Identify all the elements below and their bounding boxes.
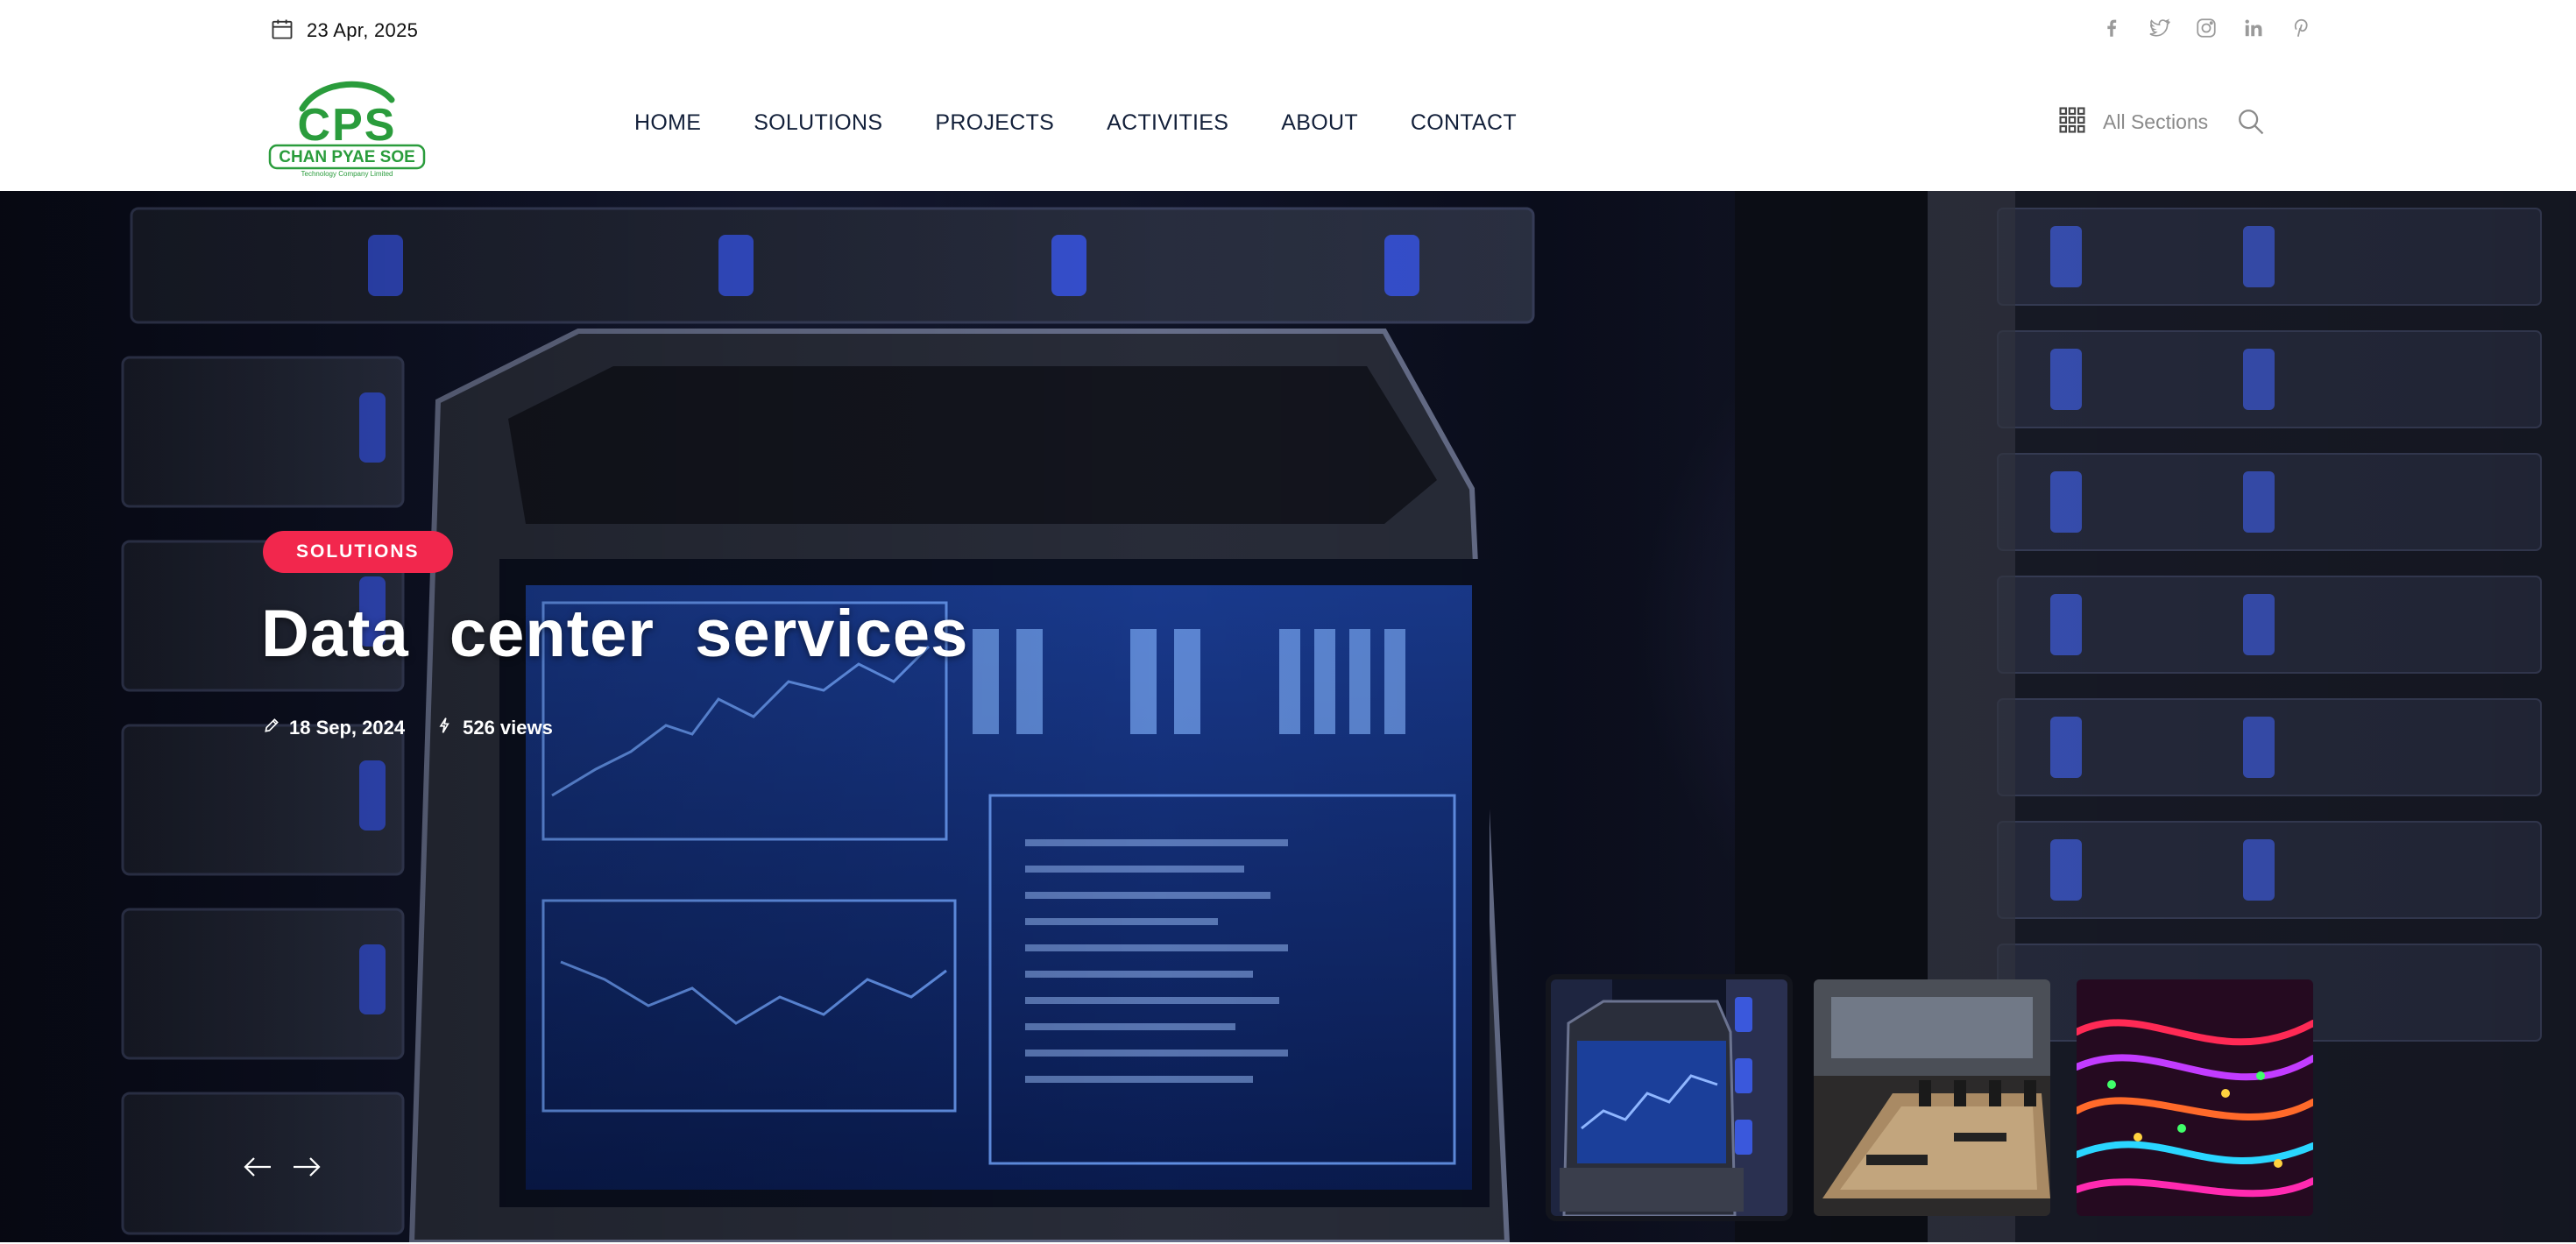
thumbnail-meeting-room[interactable] [1814, 979, 2050, 1216]
post-date: 18 Sep, 2024 [263, 717, 405, 739]
site-header: CPS CHAN PYAE SOE Technology Company Lim… [0, 61, 2576, 191]
pencil-icon [263, 717, 280, 739]
nav-about[interactable]: ABOUT [1281, 110, 1358, 136]
post-views-text: 526 views [463, 717, 553, 739]
search-icon[interactable] [2236, 107, 2266, 137]
nav-solutions[interactable]: SOLUTIONS [754, 110, 882, 136]
svg-text:Technology Company Limited: Technology Company Limited [301, 170, 393, 178]
slider-arrows [242, 1151, 322, 1183]
svg-text:CPS: CPS [298, 100, 397, 151]
hero-title[interactable]: Data center services [261, 596, 968, 672]
nav-home[interactable]: HOME [634, 110, 701, 136]
thumbnail-network-cables[interactable] [2077, 979, 2313, 1216]
all-sections-label: All Sections [2103, 110, 2209, 133]
arrow-right-icon[interactable] [291, 1151, 322, 1183]
thumbnail-server-laptop[interactable] [1551, 979, 1787, 1216]
grid-icon [2057, 105, 2087, 139]
post-date-text: 18 Sep, 2024 [289, 717, 406, 739]
company-logo[interactable]: CPS CHAN PYAE SOE Technology Company Lim… [267, 74, 427, 179]
post-views: 526 views [436, 717, 553, 739]
nav-contact[interactable]: CONTACT [1411, 110, 1517, 136]
social-links [2099, 16, 2313, 40]
linkedin-icon[interactable] [2241, 16, 2266, 40]
main-nav: HOME SOLUTIONS PROJECTS ACTIVITIES ABOUT… [634, 110, 1517, 136]
hero-slider: SOLUTIONS Data center services 18 Sep, 2… [0, 191, 2576, 1242]
date-display: 23 Apr, 2025 [270, 16, 418, 46]
all-sections-button[interactable]: All Sections [2057, 105, 2208, 139]
bolt-icon [436, 717, 454, 739]
post-meta: 18 Sep, 2024 526 views [263, 717, 553, 739]
pinterest-icon[interactable] [2289, 16, 2313, 40]
facebook-icon[interactable] [2099, 16, 2124, 40]
slider-thumbnails [1551, 979, 2313, 1216]
twitter-icon[interactable] [2147, 16, 2171, 40]
svg-text:CHAN PYAE SOE: CHAN PYAE SOE [279, 148, 415, 166]
arrow-left-icon[interactable] [242, 1151, 273, 1183]
calendar-icon [270, 17, 294, 46]
current-date: 23 Apr, 2025 [307, 19, 419, 41]
instagram-icon[interactable] [2194, 16, 2219, 40]
nav-projects[interactable]: PROJECTS [935, 110, 1054, 136]
top-bar: 23 Apr, 2025 [0, 0, 2576, 61]
category-badge[interactable]: SOLUTIONS [263, 531, 453, 573]
nav-activities[interactable]: ACTIVITIES [1107, 110, 1228, 136]
